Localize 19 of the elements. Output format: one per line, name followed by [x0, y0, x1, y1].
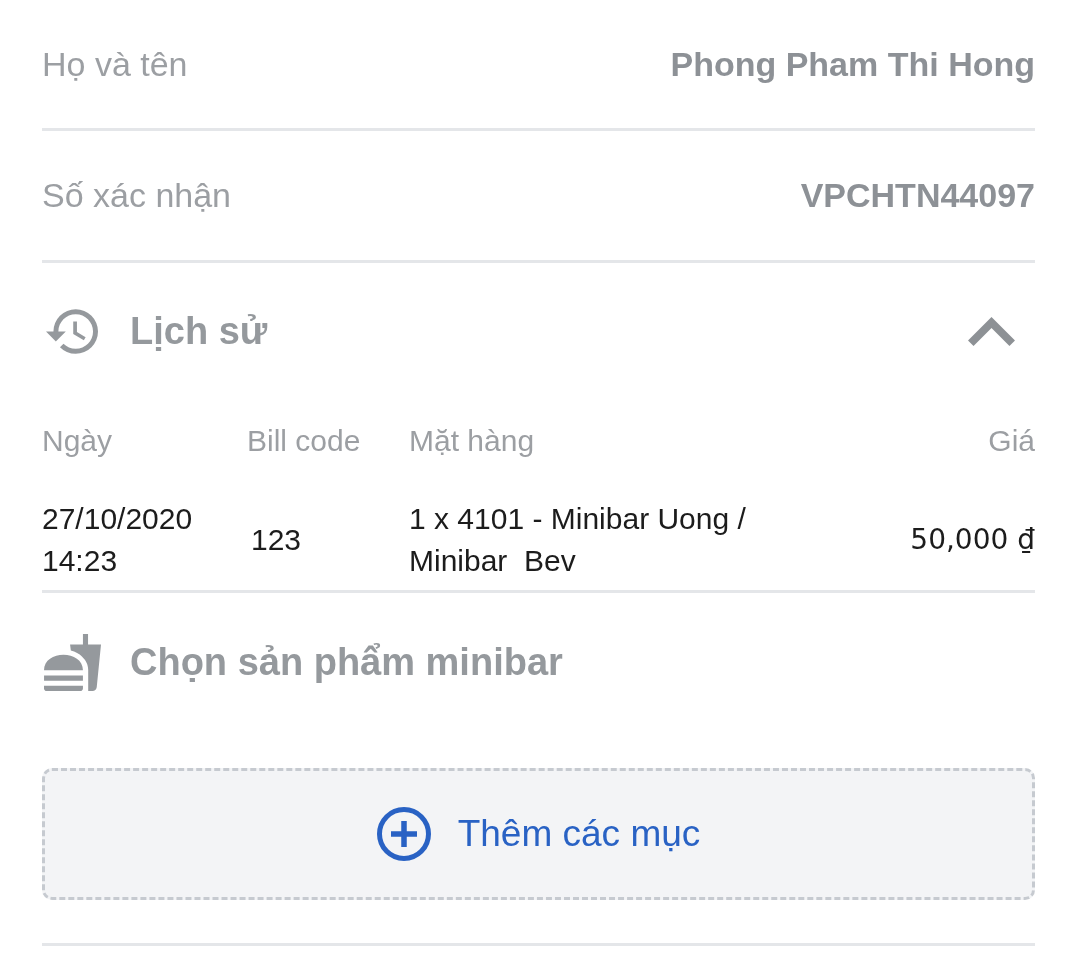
section-title: Lịch sử: [130, 309, 268, 354]
field-value: Phong Pham Thi Hong: [670, 43, 1035, 85]
plus-circle-icon: [376, 807, 431, 861]
field-label: Số xác nhận: [42, 175, 232, 216]
history-icon: [46, 309, 98, 354]
table-cell-text: 27/10/2020 14:23: [42, 501, 194, 579]
column-header: Mặt hàng: [409, 422, 536, 459]
add-items-button[interactable]: Thêm các mục: [42, 768, 1035, 900]
field-value: VPCHTN44097: [800, 175, 1035, 216]
table-cell-text: 50,000 ₫: [909, 522, 1035, 558]
table-cell-text: 1 x 4101 - Minibar Uong / Minibar Bev: [409, 501, 747, 579]
table-cell-text: 123: [250, 522, 303, 558]
field-label: Họ và tên: [42, 43, 188, 85]
column-header: Bill code: [247, 422, 362, 459]
chevron-up-icon[interactable]: [968, 317, 1015, 346]
column-header: Ngày: [42, 422, 114, 459]
column-header: Giá: [987, 422, 1035, 459]
burger-drink-icon: [44, 633, 101, 691]
section-title: Chọn sản phẩm minibar: [130, 639, 563, 685]
